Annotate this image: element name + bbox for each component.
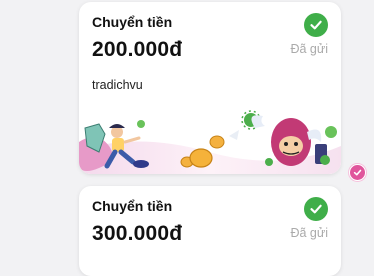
selected-check-icon[interactable] [349, 164, 366, 181]
transfer-status: Đã gửi [290, 226, 328, 240]
sent-check-icon [304, 197, 328, 221]
transfer-amount: 300.000đ [92, 222, 183, 245]
transfer-card[interactable]: Chuyển tiền 300.000đ Đã gửi [79, 186, 341, 276]
sent-check-icon [304, 13, 328, 37]
transfer-note: tradichvu [92, 78, 143, 92]
promo-banner-illustration [79, 102, 341, 174]
transfer-amount: 200.000đ [92, 38, 183, 61]
transfer-status: Đã gửi [290, 42, 328, 56]
transfer-card[interactable]: Chuyển tiền 200.000đ Đã gửi tradichvu [79, 2, 341, 174]
transfer-title: Chuyển tiền [92, 14, 173, 30]
transfer-title: Chuyển tiền [92, 198, 173, 214]
